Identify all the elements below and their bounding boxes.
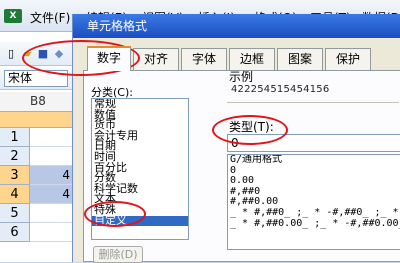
row-header-2[interactable]: 2 <box>0 147 30 166</box>
cell[interactable] <box>30 128 72 147</box>
example-label: 示例 <box>229 70 254 84</box>
dialog-title: 单元格格式 <box>73 14 400 38</box>
cell[interactable] <box>30 147 72 166</box>
format-code-list[interactable]: G/通用格式 0 0.00 #,##0 #,##0.00 _ * #,##0_ … <box>227 154 400 250</box>
category-list[interactable]: 常规 数值 货币 会计专用 日期 时间 百分比 分数 科学记数 文本 特殊 自定… <box>91 98 189 240</box>
cell-fragment[interactable]: 4 <box>30 166 72 185</box>
tab-border[interactable]: 边框 <box>229 48 275 70</box>
category-custom[interactable]: 自定义 <box>92 215 188 227</box>
format-item[interactable]: _ * #,##0_ ;_ * -#,##0_ ;_ * "-"_ ;_ @_ <box>228 207 400 219</box>
tab-number[interactable]: 数字 <box>87 46 131 71</box>
menu-file[interactable]: 文件(F) <box>30 9 70 26</box>
delete-button[interactable]: 删除(D) <box>93 246 143 263</box>
tab-protection[interactable]: 保护 <box>325 48 371 70</box>
tab-alignment[interactable]: 对齐 <box>133 48 179 70</box>
format-item[interactable]: G/通用格式 <box>228 155 400 166</box>
cell[interactable] <box>30 223 72 242</box>
cell-fragment[interactable]: 4 <box>30 185 72 204</box>
excel-app-icon: X <box>4 9 22 23</box>
font-name-select[interactable]: 宋体 <box>4 70 68 87</box>
tab-patterns[interactable]: 图案 <box>277 48 323 70</box>
example-value: 422254515454156 <box>231 84 330 95</box>
row-header-6[interactable]: 6 <box>0 223 30 242</box>
save-icon[interactable]: ■ <box>36 46 50 61</box>
cell[interactable] <box>30 204 72 223</box>
tab-font[interactable]: 字体 <box>181 48 227 70</box>
row-header-5[interactable]: 5 <box>0 204 30 223</box>
formatting-toolbar: 宋体 <box>0 68 72 90</box>
row-header-1[interactable]: 1 <box>0 128 30 147</box>
format-item[interactable]: _ * #,##0.00_ ;_ * -#,##0.00_ ;_ * "-"??… <box>228 218 400 230</box>
row-header-4[interactable]: 4 <box>0 185 30 204</box>
format-cells-dialog: 单元格格式 数字 对齐 字体 边框 图案 保护 分类(C): 常规 数值 货币 … <box>72 14 400 263</box>
column-header-b[interactable] <box>0 112 72 128</box>
row-header-3[interactable]: 3 <box>0 166 30 185</box>
new-file-icon[interactable]: ▯ <box>4 46 18 61</box>
dialog-tabs: 数字 对齐 字体 边框 图案 保护 <box>87 46 400 71</box>
type-input[interactable]: 0 <box>227 134 400 152</box>
open-folder-icon[interactable]: ▰ <box>20 46 34 61</box>
name-box[interactable]: B8 <box>30 94 46 108</box>
name-box-row: B8 <box>0 92 72 112</box>
type-label: 类型(T): <box>229 120 274 134</box>
example-separator <box>227 102 399 103</box>
permission-icon[interactable]: ◆ <box>52 46 66 61</box>
standard-toolbar: ▯ ▰ ■ ◆ <box>0 42 72 66</box>
